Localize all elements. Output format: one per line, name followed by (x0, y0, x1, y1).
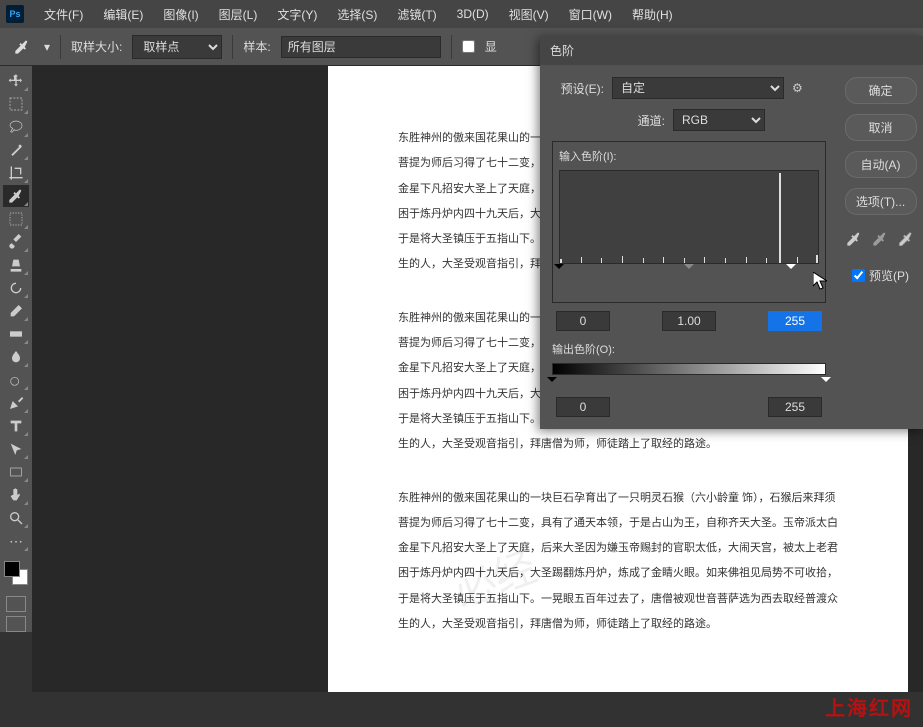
histogram[interactable] (559, 170, 819, 264)
channel-select[interactable]: RGB (673, 109, 765, 131)
lasso-tool[interactable] (3, 116, 29, 138)
gradient-tool[interactable] (3, 323, 29, 345)
history-brush-tool[interactable] (3, 277, 29, 299)
sample-size-select[interactable]: 取样点 (132, 35, 222, 59)
menu-help[interactable]: 帮助(H) (624, 2, 681, 27)
menu-select[interactable]: 选择(S) (329, 2, 385, 27)
menu-layer[interactable]: 图层(L) (211, 2, 266, 27)
black-point-slider[interactable] (554, 264, 564, 274)
path-select-tool[interactable] (3, 438, 29, 460)
eyedropper-icon (10, 35, 34, 59)
cancel-button[interactable]: 取消 (845, 114, 917, 141)
dodge-tool[interactable] (3, 369, 29, 391)
app-icon: Ps (6, 5, 24, 23)
ok-button[interactable]: 确定 (845, 77, 917, 104)
hand-tool[interactable] (3, 484, 29, 506)
menu-bar: Ps 文件(F) 编辑(E) 图像(I) 图层(L) 文字(Y) 选择(S) 滤… (0, 0, 923, 28)
white-eyedropper-icon[interactable] (898, 231, 916, 249)
output-black-slider[interactable] (547, 377, 557, 387)
output-levels-label: 输出色阶(O): (552, 341, 826, 357)
rectangle-tool[interactable] (3, 461, 29, 483)
sample-size-label: 取样大小: (71, 38, 122, 55)
show-sampling-label: 显 (485, 38, 497, 55)
move-tool[interactable] (3, 70, 29, 92)
chevron-down-icon[interactable]: ▾ (44, 40, 50, 54)
type-tool[interactable] (3, 415, 29, 437)
pen-tool[interactable] (3, 392, 29, 414)
show-sampling-ring-checkbox[interactable] (462, 40, 475, 53)
input-black-value[interactable] (556, 311, 610, 331)
blur-tool[interactable] (3, 346, 29, 368)
sample-layers-input[interactable] (281, 36, 441, 58)
input-levels-label: 输入色阶(I): (559, 148, 819, 164)
auto-button[interactable]: 自动(A) (845, 151, 917, 178)
frame-tool[interactable] (3, 208, 29, 230)
eraser-tool[interactable] (3, 300, 29, 322)
gamma-slider[interactable] (684, 264, 694, 274)
output-white-value[interactable] (768, 397, 822, 417)
foreground-color[interactable] (4, 561, 20, 577)
edit-toolbar[interactable]: ⋯ (3, 530, 29, 552)
preset-label: 预设(E): (552, 80, 604, 97)
menu-file[interactable]: 文件(F) (36, 2, 91, 27)
preview-label: 预览(P) (869, 267, 909, 284)
color-swatches[interactable] (2, 559, 30, 587)
eyedropper-tool[interactable] (3, 185, 29, 207)
dialog-title[interactable]: 色阶 (540, 36, 923, 65)
screenmode-icon[interactable] (6, 616, 26, 632)
channel-label: 通道: (613, 112, 665, 129)
output-black-value[interactable] (556, 397, 610, 417)
menu-edit[interactable]: 编辑(E) (95, 2, 151, 27)
tools-panel: ⋯ (0, 66, 32, 632)
input-gamma-value[interactable] (662, 311, 716, 331)
levels-dialog: 色阶 预设(E): 自定 ⚙ 通道: RGB 输入色阶(I): (540, 36, 923, 429)
menu-filter[interactable]: 滤镜(T) (389, 2, 444, 27)
menu-image[interactable]: 图像(I) (155, 2, 206, 27)
menu-view[interactable]: 视图(V) (501, 2, 557, 27)
marquee-tool[interactable] (3, 93, 29, 115)
input-levels-box: 输入色阶(I): (552, 141, 826, 303)
output-white-slider[interactable] (821, 377, 831, 387)
preview-checkbox[interactable]: 预览(P) (852, 267, 909, 284)
zoom-tool[interactable] (3, 507, 29, 529)
clone-stamp-tool[interactable] (3, 254, 29, 276)
menu-3d[interactable]: 3D(D) (449, 3, 497, 25)
crop-tool[interactable] (3, 162, 29, 184)
menu-window[interactable]: 窗口(W) (561, 2, 620, 27)
options-button[interactable]: 选项(T)... (845, 188, 917, 215)
menu-type[interactable]: 文字(Y) (269, 2, 325, 27)
brush-tool[interactable] (3, 231, 29, 253)
output-gradient[interactable] (552, 363, 826, 375)
preset-select[interactable]: 自定 (612, 77, 784, 99)
input-white-value[interactable] (768, 311, 822, 331)
preview-checkbox-input[interactable] (852, 269, 865, 282)
sample-label: 样本: (243, 38, 270, 55)
black-eyedropper-icon[interactable] (846, 231, 864, 249)
watermark: 上海红网 (825, 692, 913, 721)
gray-eyedropper-icon[interactable] (872, 231, 890, 249)
magic-wand-tool[interactable] (3, 139, 29, 161)
gear-icon[interactable]: ⚙ (792, 81, 803, 95)
paragraph: 东胜神州的傲来国花果山的一块巨石孕育出了一只明灵石猴（六小龄童 饰），石猴后来拜… (398, 486, 838, 638)
quickmask-icon[interactable] (6, 596, 26, 612)
white-point-slider[interactable] (786, 264, 796, 274)
